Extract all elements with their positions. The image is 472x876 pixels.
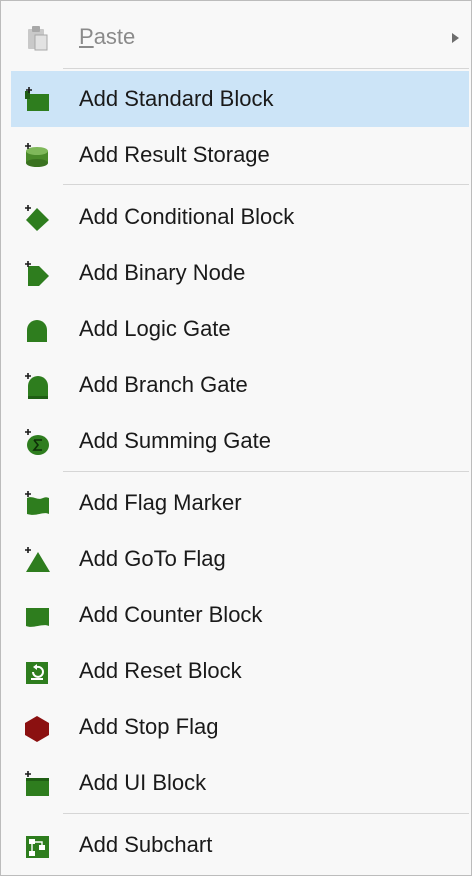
menu-item-label: Add Logic Gate xyxy=(79,316,231,341)
menu-item-add-result-storage[interactable]: Add Result Storage xyxy=(11,127,469,183)
binary-node-icon xyxy=(25,261,49,286)
goto-flag-icon xyxy=(25,547,50,572)
counter-block-icon xyxy=(26,608,49,627)
menu-item-add-standard-block[interactable]: Add Standard Block xyxy=(11,71,469,127)
menu-item-label: Add Binary Node xyxy=(79,260,246,285)
menu-item-add-conditional-block[interactable]: Add Conditional Block xyxy=(11,189,469,245)
reset-block-icon xyxy=(26,662,48,684)
menu-item-label: Add Summing Gate xyxy=(79,428,271,453)
ui-block-icon xyxy=(25,771,49,796)
subchart-icon xyxy=(26,836,49,858)
summing-gate-icon xyxy=(25,429,49,455)
menu-item-add-flag-marker[interactable]: Add Flag Marker xyxy=(11,475,469,531)
menu-item-paste[interactable]: Paste xyxy=(11,9,469,65)
standard-block-icon xyxy=(25,87,49,111)
submenu-arrow-icon xyxy=(452,33,459,43)
menu-item-label: Add Stop Flag xyxy=(79,714,219,739)
stop-flag-icon xyxy=(25,716,49,742)
menu-item-add-binary-node[interactable]: Add Binary Node xyxy=(11,245,469,301)
menu-item-label: Add Reset Block xyxy=(79,658,242,683)
menu-item-label: Add Result Storage xyxy=(79,142,270,167)
menu-item-add-branch-gate[interactable]: Add Branch Gate xyxy=(11,357,469,413)
conditional-block-icon xyxy=(25,205,49,231)
clipboard-icon xyxy=(28,26,48,51)
menu-item-add-logic-gate[interactable]: Add Logic Gate xyxy=(11,301,469,357)
separator xyxy=(63,68,469,69)
separator xyxy=(63,471,469,472)
menu-item-label: Add Flag Marker xyxy=(79,490,242,515)
menu-item-label: Add Subchart xyxy=(79,832,213,857)
menu-item-label: Add UI Block xyxy=(79,770,207,795)
result-storage-icon xyxy=(25,143,48,167)
menu-item-add-summing-gate[interactable]: Add Summing Gate xyxy=(11,413,469,469)
menu-item-add-goto-flag[interactable]: Add GoTo Flag xyxy=(11,531,469,587)
separator xyxy=(63,184,469,185)
menu-item-add-stop-flag[interactable]: Add Stop Flag xyxy=(11,699,469,755)
menu-item-label: Add Standard Block xyxy=(79,86,274,111)
context-menu: Paste Add Standard Block Add Result Stor… xyxy=(0,0,472,876)
menu-item-add-subchart[interactable]: Add Subchart xyxy=(11,817,469,873)
paste-label: Paste xyxy=(79,24,136,49)
menu-item-label: Add GoTo Flag xyxy=(79,546,226,571)
menu-item-add-ui-block[interactable]: Add UI Block xyxy=(11,755,469,811)
menu-item-add-reset-block[interactable]: Add Reset Block xyxy=(11,643,469,699)
menu-item-add-counter-block[interactable]: Add Counter Block xyxy=(11,587,469,643)
menu-item-label: Add Counter Block xyxy=(79,602,263,627)
branch-gate-icon xyxy=(25,373,48,399)
menu-item-label: Add Branch Gate xyxy=(79,372,248,397)
separator xyxy=(63,813,469,814)
menu-item-label: Add Conditional Block xyxy=(79,204,295,229)
flag-marker-icon xyxy=(25,491,49,515)
logic-gate-icon xyxy=(27,320,47,342)
